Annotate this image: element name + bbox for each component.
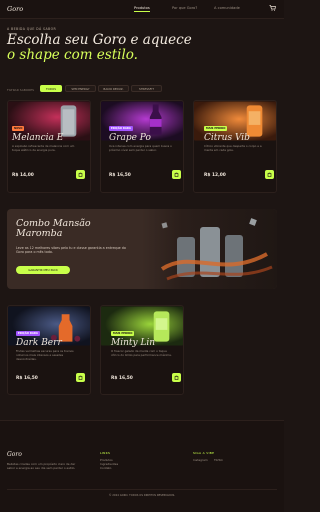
- filter-label: FILTRAR SABORES: [7, 88, 35, 92]
- combo-title-line2: Maromba: [16, 228, 63, 239]
- product-tag: EDIÇÃO RARA: [109, 126, 133, 131]
- product-desc: Cítrico vibrante que desperta o corpo e …: [204, 144, 262, 152]
- filter-chip-no-energy[interactable]: SEM ENERGY: [65, 85, 96, 92]
- product-title: Dark Berr: [16, 338, 62, 348]
- product-card-melancia[interactable]: NOVO Melancia E A explosão refrescante d…: [7, 100, 91, 193]
- site-footer: Goro Bebidas criadas com um propósito cl…: [0, 420, 284, 512]
- product-price: R$ 16,50: [16, 376, 38, 381]
- filter-chip-low[interactable]: BAIXO REDUZ.: [98, 85, 129, 92]
- footer-logo[interactable]: Goro: [7, 451, 22, 458]
- filter-chip-all[interactable]: TODOS: [40, 85, 62, 92]
- footer-links-title: LINKS: [100, 451, 111, 455]
- footer-link-tiktok[interactable]: TikTok: [214, 458, 223, 462]
- product-price: R$ 16,50: [111, 376, 133, 381]
- product-title: Melancia E: [12, 133, 64, 143]
- product-price: R$ 16,50: [109, 173, 131, 178]
- nav-products[interactable]: Produtos: [134, 6, 150, 12]
- nav-community[interactable]: A comunidade: [214, 6, 240, 10]
- footer-social-title: SIGA A VIBE: [193, 451, 215, 455]
- combo-cans-image: [142, 209, 277, 289]
- bag-icon: [78, 375, 83, 380]
- footer-link-instagram[interactable]: Instagram: [193, 458, 208, 462]
- add-to-cart-button[interactable]: [76, 373, 85, 382]
- footer-link-contact[interactable]: Contato: [100, 466, 111, 470]
- product-tag: NOVO: [12, 126, 25, 131]
- product-card-dark-berry[interactable]: EDIÇÃO RARA Dark Berr Frutas vermelhas e…: [7, 305, 91, 395]
- combo-desc: Leve as 12 melhores vibes pelo tu e clas…: [16, 246, 126, 255]
- product-desc: Uva intensa com energia para quem busca …: [109, 144, 172, 152]
- hero-title: Escolha seu Goro e aquece o shape com es…: [7, 33, 207, 62]
- bag-icon: [78, 172, 83, 177]
- product-tag: EDIÇÃO RARA: [16, 331, 40, 336]
- footer-about: Bebidas criadas com um propósito claro d…: [7, 462, 76, 470]
- cart-icon[interactable]: [269, 5, 276, 11]
- combo-title: Combo Mansão Maromba: [16, 219, 126, 239]
- product-title: Grape Po: [109, 133, 151, 143]
- product-card-minty-lime[interactable]: MAIS PEDIDO Minty Lin O frescor gelado d…: [100, 305, 184, 395]
- nav-why-goro[interactable]: Por que Goro?: [172, 6, 197, 10]
- product-card-grape[interactable]: EDIÇÃO RARA Grape Po Uva intensa com ene…: [100, 100, 184, 193]
- product-desc: A explosão refrescante de melancia com u…: [12, 144, 75, 152]
- product-price: R$ 14,00: [12, 173, 34, 178]
- product-title: Citrus Vib: [204, 133, 250, 143]
- footer-copyright: © 2024 GORO. TODOS OS DIREITOS RESERVADO…: [108, 494, 176, 497]
- product-desc: O frescor gelado da menta com o toque cí…: [111, 349, 172, 357]
- hero-title-line2: o shape com estilo.: [7, 46, 138, 63]
- add-to-cart-button[interactable]: [172, 170, 181, 179]
- filter-chip-stressfit[interactable]: STRESSFIT: [131, 85, 162, 92]
- product-tag: MAIS PEDIDO: [111, 331, 135, 336]
- bag-icon: [174, 172, 179, 177]
- add-to-cart-button[interactable]: [76, 170, 85, 179]
- product-desc: Frutas vermelhas escuras para os treinos…: [16, 349, 74, 361]
- logo[interactable]: Goro: [7, 5, 23, 13]
- bag-icon: [267, 172, 272, 177]
- footer-divider: [7, 489, 277, 490]
- hero-eyebrow: A BEBIDA QUE DÁ SABOR: [7, 27, 57, 31]
- add-to-cart-button[interactable]: [172, 373, 181, 382]
- product-card-citrus[interactable]: MAIS PEDIDO Citrus Vib Cítrico vibrante …: [193, 100, 277, 193]
- product-title: Minty Lin: [111, 338, 156, 348]
- hero-title-line1: Escolha seu Goro e aquece: [7, 32, 192, 48]
- product-tag: MAIS PEDIDO: [204, 126, 228, 131]
- top-nav: Goro Produtos Por que Goro? A comunidade: [0, 0, 284, 19]
- combo-cta-button[interactable]: GARANTIR MEU PACK: [16, 266, 70, 274]
- bag-icon: [174, 375, 179, 380]
- add-to-cart-button[interactable]: [265, 170, 274, 179]
- product-price: R$ 12,00: [204, 173, 226, 178]
